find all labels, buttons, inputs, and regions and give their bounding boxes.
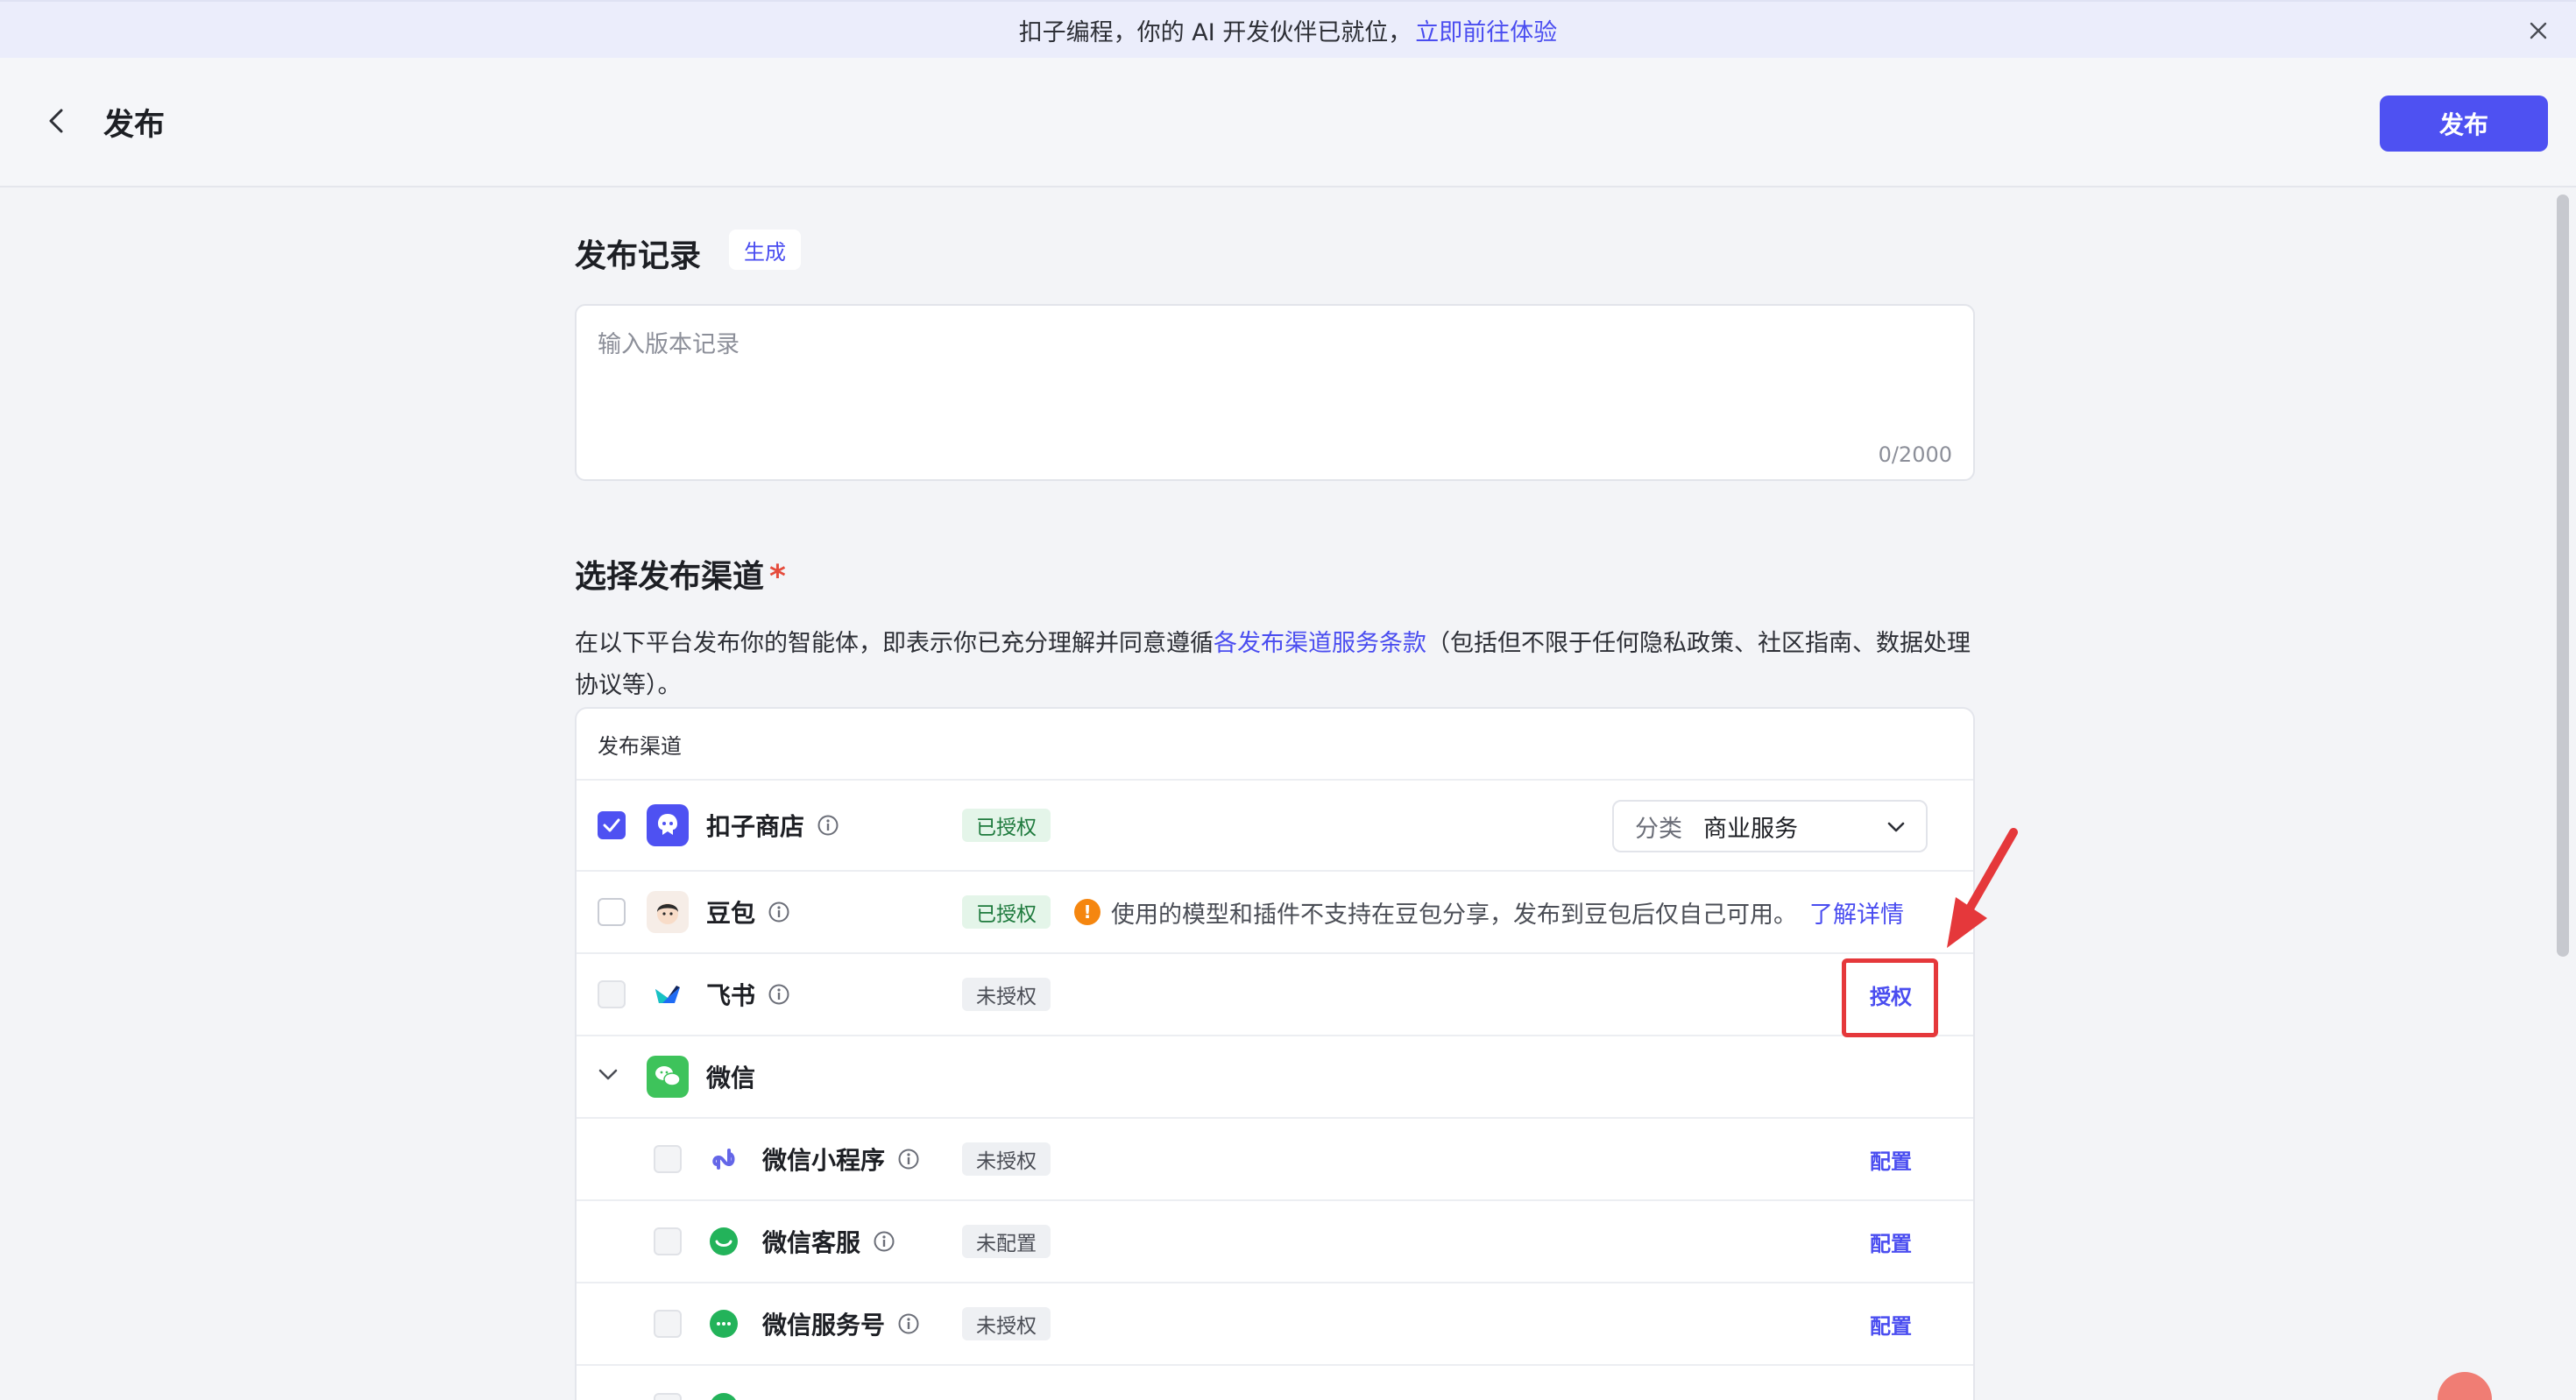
chevron-down-icon[interactable] bbox=[596, 1063, 620, 1091]
miniprogram-icon bbox=[703, 1138, 745, 1180]
doubao-warning: ! 使用的模型和插件不支持在豆包分享，发布到豆包后仅自己可用。 了解详情 bbox=[1074, 895, 1904, 930]
channels-table: 发布渠道 扣子商店 已授权 分类 商业服务 豆包 已授权 ! 使用的模型和插件不… bbox=[575, 707, 1975, 1400]
version-record-input[interactable] bbox=[577, 306, 1973, 437]
annotation-arrow-icon bbox=[1947, 828, 2018, 948]
miniprogram-name: 微信小程序 bbox=[762, 1142, 920, 1177]
char-counter: 0/2000 bbox=[1878, 442, 1952, 467]
channels-title: 选择发布渠道 * bbox=[575, 551, 786, 597]
record-title: 发布记录 bbox=[575, 238, 702, 274]
channel-row-wechat-miniprogram: 微信小程序 未授权 配置 bbox=[577, 1119, 1973, 1201]
status-badge: 已授权 bbox=[962, 895, 1051, 929]
terms-link[interactable]: 各发布渠道服务条款 bbox=[1214, 630, 1426, 657]
category-label: 分类 bbox=[1635, 815, 1682, 843]
info-icon[interactable] bbox=[873, 1230, 895, 1253]
top-banner: 扣子编程，你的 AI 开发伙伴已就位， 立即前往体验 bbox=[0, 0, 2576, 58]
channel-row-feishu: 飞书 未授权 授权 bbox=[577, 954, 1973, 1036]
warning-icon: ! bbox=[1074, 899, 1100, 925]
info-icon[interactable] bbox=[768, 983, 790, 1006]
category-value: 商业服务 bbox=[1703, 815, 1798, 843]
info-icon[interactable] bbox=[817, 814, 839, 837]
desc-before: 在以下平台发布你的智能体，即表示你已充分理解并同意遵循 bbox=[575, 630, 1214, 657]
feishu-name: 飞书 bbox=[706, 977, 790, 1012]
scrollbar-thumb[interactable] bbox=[2557, 194, 2569, 957]
coze-store-icon bbox=[647, 804, 689, 846]
doubao-name: 豆包 bbox=[706, 894, 790, 930]
channels-description: 在以下平台发布你的智能体，即表示你已充分理解并同意遵循各发布渠道服务条款（包括但… bbox=[575, 623, 1977, 707]
version-record-box: 0/2000 bbox=[575, 304, 1975, 481]
configure-button[interactable]: 配置 bbox=[1870, 1144, 1912, 1175]
publish-button[interactable]: 发布 bbox=[2380, 95, 2548, 152]
close-icon[interactable] bbox=[2525, 18, 2551, 44]
info-icon[interactable] bbox=[897, 1312, 920, 1335]
wechat-name: 微信 bbox=[706, 1059, 755, 1094]
back-arrow-icon[interactable] bbox=[39, 103, 74, 138]
info-icon[interactable] bbox=[768, 901, 790, 923]
kefu-checkbox[interactable] bbox=[654, 1227, 682, 1255]
configure-button[interactable]: 配置 bbox=[1870, 1309, 1912, 1340]
status-badge: 已授权 bbox=[962, 809, 1051, 842]
channel-row-coze-store: 扣子商店 已授权 分类 商业服务 bbox=[577, 781, 1973, 872]
page-title: 发布 bbox=[103, 108, 166, 143]
banner-text: 扣子编程，你的 AI 开发伙伴已就位， bbox=[1018, 18, 1412, 46]
doubao-checkbox[interactable] bbox=[598, 898, 626, 926]
status-badge: 未配置 bbox=[962, 1225, 1051, 1258]
channel-group-wechat[interactable]: 微信 bbox=[577, 1036, 1973, 1119]
channels-title-text: 选择发布渠道 bbox=[575, 559, 765, 595]
page-header: 发布 发布 bbox=[0, 58, 2576, 187]
service-checkbox[interactable] bbox=[654, 1310, 682, 1338]
status-badge: 未授权 bbox=[962, 978, 1051, 1011]
category-select[interactable]: 分类 商业服务 bbox=[1612, 800, 1928, 852]
info-icon[interactable] bbox=[897, 1148, 920, 1170]
status-badge: 未授权 bbox=[962, 1142, 1051, 1176]
wechat-icon bbox=[647, 1056, 689, 1098]
doubao-label: 豆包 bbox=[706, 899, 756, 928]
status-badge: 未授权 bbox=[962, 1307, 1051, 1340]
wechat-kefu-icon bbox=[703, 1220, 745, 1262]
miniprogram-checkbox[interactable] bbox=[654, 1145, 682, 1173]
chevron-down-icon bbox=[1886, 817, 1907, 844]
warning-text: 使用的模型和插件不支持在豆包分享，发布到豆包后仅自己可用。 bbox=[1111, 901, 1797, 929]
configure-button[interactable]: 配置 bbox=[1870, 1227, 1912, 1257]
service-label: 微信服务号 bbox=[762, 1311, 886, 1340]
highlight-annotation-box bbox=[1842, 958, 1938, 1037]
table-header: 发布渠道 bbox=[577, 709, 1973, 781]
coze-store-name: 扣子商店 bbox=[706, 808, 839, 843]
coze-store-checkbox[interactable] bbox=[598, 811, 626, 839]
wechat-channel-icon bbox=[703, 1386, 745, 1400]
partial-checkbox[interactable] bbox=[654, 1393, 682, 1400]
feishu-checkbox[interactable] bbox=[598, 980, 626, 1008]
feishu-label: 飞书 bbox=[706, 981, 756, 1010]
miniprogram-label: 微信小程序 bbox=[762, 1146, 886, 1175]
channel-row-doubao: 豆包 已授权 ! 使用的模型和插件不支持在豆包分享，发布到豆包后仅自己可用。 了… bbox=[577, 872, 1973, 954]
wechat-service-icon bbox=[703, 1303, 745, 1345]
learn-more-link[interactable]: 了解详情 bbox=[1809, 895, 1904, 930]
wechat-label: 微信 bbox=[706, 1064, 756, 1092]
kefu-label: 微信客服 bbox=[762, 1228, 861, 1257]
kefu-name: 微信客服 bbox=[762, 1224, 895, 1259]
channel-row-wechat-kefu: 微信客服 未配置 配置 bbox=[577, 1201, 1973, 1283]
generate-button[interactable]: 生成 bbox=[729, 230, 801, 270]
feishu-icon bbox=[647, 973, 689, 1015]
coze-store-label: 扣子商店 bbox=[706, 812, 805, 841]
banner-link[interactable]: 立即前往体验 bbox=[1415, 13, 1557, 47]
doubao-avatar-icon bbox=[647, 891, 689, 933]
channel-row-partial bbox=[577, 1366, 1973, 1400]
channel-row-wechat-service: 微信服务号 未授权 配置 bbox=[577, 1283, 1973, 1366]
required-mark: * bbox=[769, 559, 786, 595]
service-name: 微信服务号 bbox=[762, 1306, 920, 1341]
